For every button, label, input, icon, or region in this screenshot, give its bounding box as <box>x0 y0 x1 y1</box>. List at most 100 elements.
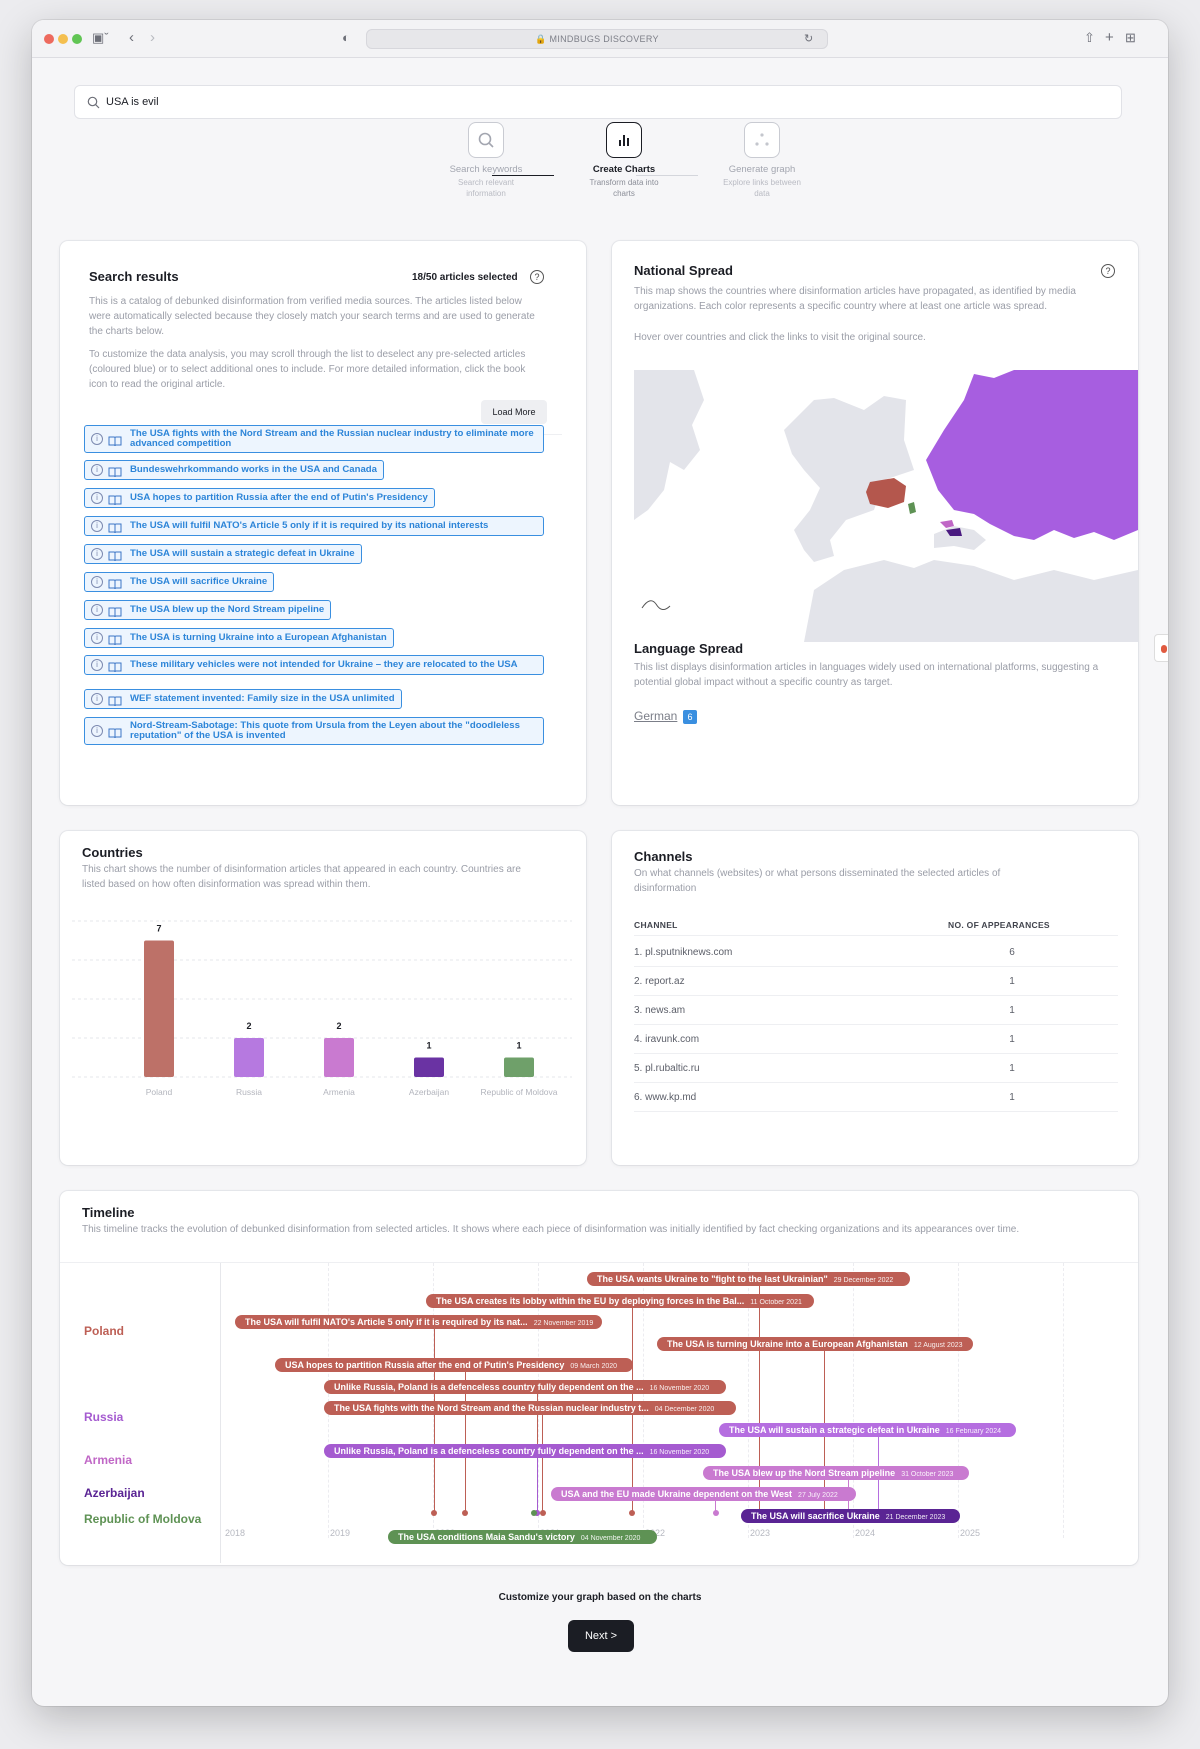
info-icon[interactable]: i <box>91 604 103 616</box>
info-icon[interactable]: i <box>91 693 103 705</box>
timeline-event[interactable]: The USA is turning Ukraine into a Europe… <box>657 1336 973 1351</box>
event-marker[interactable] <box>462 1510 469 1516</box>
address-bar[interactable]: 🔒 MINDBUGS DISCOVERY <box>366 29 828 49</box>
channel-count: 1 <box>1009 1034 1015 1045</box>
article-item[interactable]: i USA hopes to partition Russia after the… <box>84 488 435 508</box>
article-item[interactable]: i The USA fights with the Nord Stream and… <box>84 425 544 453</box>
privacy-shield-icon[interactable]: ◐ <box>342 30 350 46</box>
timeline-event[interactable]: The USA fights with the Nord Stream and … <box>324 1401 736 1415</box>
zoom-window-button[interactable] <box>72 34 82 44</box>
timeline-event[interactable]: The USA will sustain a strategic defeat … <box>719 1422 1016 1437</box>
category-label: Russia <box>236 1087 262 1097</box>
language-link-german[interactable]: German <box>634 709 677 723</box>
share-icon[interactable]: ⇧ <box>1084 30 1095 46</box>
event-marker[interactable] <box>629 1510 636 1516</box>
event-marker[interactable] <box>530 1510 537 1516</box>
timeline-event[interactable]: The USA will sacrifice Ukraine 21 Decembe… <box>741 1508 960 1523</box>
timeline-event[interactable]: Unlike Russia, Poland is a defenceless c… <box>324 1444 726 1458</box>
info-icon[interactable]: i <box>91 576 103 588</box>
close-window-button[interactable] <box>44 34 54 44</box>
timeline-event[interactable]: The USA blew up the Nord Stream pipeline… <box>703 1465 969 1480</box>
browser-toolbar: ▣ˇ ‹ › ◐ 🔒 MINDBUGS DISCOVERY ↻ ⇧ + ⊞ <box>32 20 1168 58</box>
event-title: The USA blew up the Nord Stream pipeline <box>713 1467 896 1478</box>
book-icon[interactable] <box>108 434 122 446</box>
language-spread-desc: This list displays disinformation articl… <box>634 662 1099 688</box>
info-icon[interactable]: i <box>91 725 103 737</box>
channel-name: 3. news.am <box>634 1005 686 1016</box>
timeline-event[interactable]: Unlike Russia, Poland is a defenceless c… <box>324 1379 726 1394</box>
channel-row[interactable]: 6. www.kp.md 1 <box>634 1080 1118 1112</box>
timeline-event[interactable]: The USA will fulfil NATO's Article 5 onl… <box>235 1315 602 1329</box>
book-icon[interactable] <box>108 605 122 617</box>
tab-overview-icon[interactable]: ⊞ <box>1125 30 1136 46</box>
book-icon[interactable] <box>108 465 122 477</box>
article-item[interactable]: i The USA blew up the Nord Stream pipelin… <box>84 600 332 620</box>
bar-azerbaijan[interactable] <box>414 1057 444 1078</box>
bar-armenia[interactable] <box>324 1038 354 1077</box>
next-button[interactable]: Next > <box>568 1620 634 1652</box>
bar-republic-of-moldova[interactable] <box>504 1057 534 1078</box>
article-item[interactable]: i The USA will sustain a strategic defeat… <box>84 544 362 564</box>
article-item[interactable]: i The USA will fulfil NATO's Article 5 on… <box>84 516 544 536</box>
book-icon[interactable] <box>108 694 122 706</box>
info-icon[interactable]: i <box>91 659 103 671</box>
timeline-event[interactable]: The USA wants Ukraine to "fight to the l… <box>587 1272 910 1286</box>
step-generate-graph[interactable]: Generate graph Explore links between dat… <box>692 122 832 199</box>
forward-icon[interactable]: › <box>150 30 155 46</box>
timeline-country-label: Russia <box>84 1410 124 1424</box>
article-item[interactable]: i These military vehicles were not intend… <box>84 655 544 675</box>
article-item[interactable]: i The USA will sacrifice Ukraine <box>84 572 275 592</box>
article-item[interactable]: i Bundeswehrkommando works in the USA and… <box>84 460 384 480</box>
timeline-event[interactable]: USA hopes to partition Russia after the … <box>275 1358 633 1372</box>
bar-russia[interactable] <box>234 1038 264 1077</box>
timeline-event[interactable]: The USA creates its lobby within the EU … <box>426 1293 814 1308</box>
info-icon[interactable]: i <box>91 433 103 445</box>
timeline-chart: Poland Russia Armenia Azerbaijan Republic of… <box>60 1191 1138 1565</box>
channel-row[interactable]: 3. news.am 1 <box>634 993 1118 1025</box>
help-icon[interactable]: ? <box>1101 264 1115 278</box>
book-icon[interactable] <box>108 493 122 505</box>
event-marker[interactable] <box>712 1510 719 1516</box>
book-icon[interactable] <box>108 521 122 533</box>
book-icon[interactable] <box>108 633 122 645</box>
article-item[interactable]: i The USA is turning Ukraine into a Europ… <box>84 628 394 648</box>
step-create-charts[interactable]: Create Charts Transform data into charts <box>554 122 694 199</box>
event-marker[interactable] <box>539 1510 546 1516</box>
countries-desc: This chart shows the number of disinform… <box>82 864 521 890</box>
book-icon[interactable] <box>108 549 122 561</box>
world-map[interactable] <box>634 370 1138 642</box>
channel-row[interactable]: 2. report.az 1 <box>634 964 1118 996</box>
article-item[interactable]: i Nord-Stream-Sabotage: This quote from U… <box>84 717 544 745</box>
search-bar[interactable]: USA is evil <box>74 85 1122 119</box>
book-icon[interactable] <box>108 660 122 672</box>
info-icon[interactable]: i <box>91 492 103 504</box>
info-icon[interactable]: i <box>91 520 103 532</box>
event-connector <box>536 1458 538 1513</box>
info-icon[interactable]: i <box>91 548 103 560</box>
step-search-keywords[interactable]: Search keywords Search relevant informat… <box>416 122 556 199</box>
timeline-country-label: Poland <box>84 1324 125 1338</box>
channel-row[interactable]: 5. pl.rubaltic.ru 1 <box>634 1051 1118 1083</box>
channel-name: 5. pl.rubaltic.ru <box>634 1063 700 1074</box>
info-icon[interactable]: i <box>91 632 103 644</box>
bar-poland[interactable] <box>144 940 174 1078</box>
search-input[interactable]: USA is evil <box>106 96 159 108</box>
sidebar-icon[interactable]: ▣ˇ <box>92 30 109 46</box>
article-list[interactable]: i The USA fights with the Nord Stream and… <box>60 241 586 794</box>
article-item[interactable]: i WEF statement invented: Family size in … <box>84 689 402 709</box>
side-tab[interactable] <box>1154 634 1168 662</box>
book-icon[interactable] <box>108 577 122 589</box>
event-marker[interactable] <box>431 1510 438 1516</box>
back-icon[interactable]: ‹ <box>129 30 134 46</box>
book-icon[interactable] <box>108 726 122 738</box>
channel-row[interactable]: 4. iravunk.com 1 <box>634 1022 1118 1054</box>
info-icon[interactable]: i <box>91 464 103 476</box>
map-country-poland[interactable] <box>866 478 906 508</box>
minimize-window-button[interactable] <box>58 34 68 44</box>
channel-name: 4. iravunk.com <box>634 1034 700 1045</box>
timeline-event[interactable]: USA and the EU made Ukraine dependent on… <box>551 1487 856 1501</box>
reload-icon[interactable]: ↻ <box>804 31 813 47</box>
timeline-event[interactable]: The USA conditions Maia Sandu's victory 0… <box>388 1530 657 1544</box>
channel-row[interactable]: 1. pl.sputniknews.com 6 <box>634 935 1118 967</box>
new-tab-icon[interactable]: + <box>1105 30 1114 46</box>
